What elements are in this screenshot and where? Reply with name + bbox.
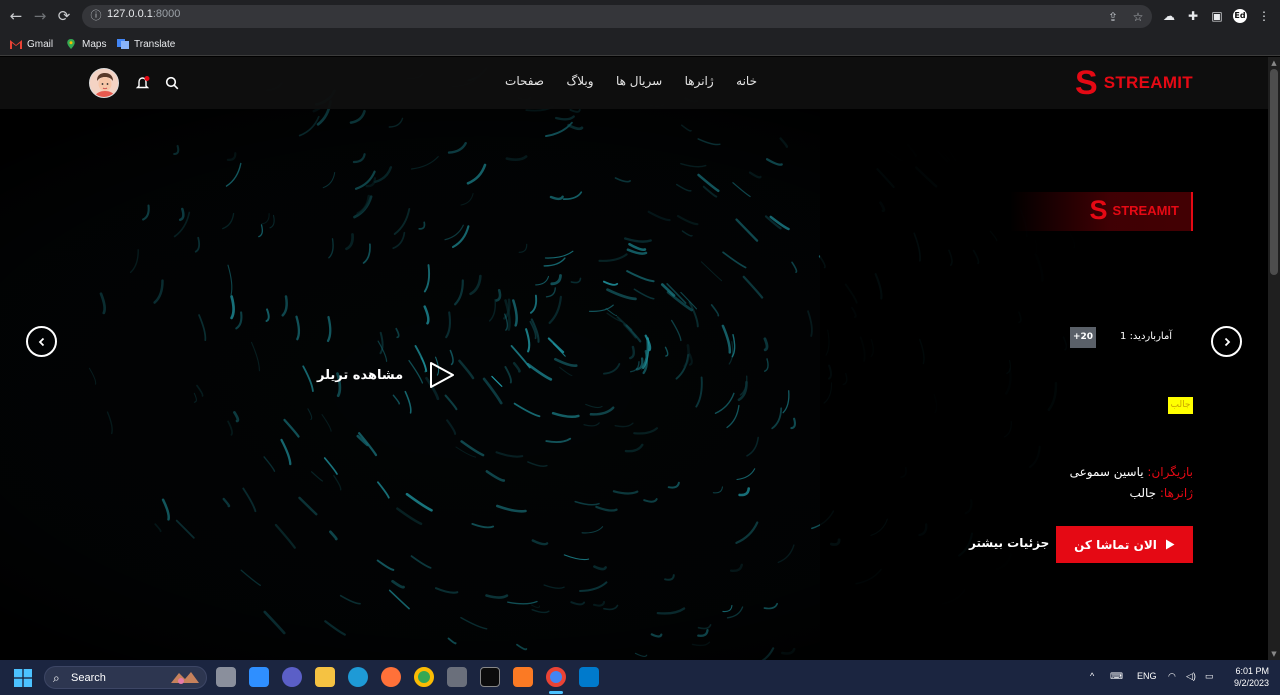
notification-bell-icon[interactable] (135, 75, 151, 91)
chrome-profile-icon[interactable] (546, 667, 566, 687)
main-menu: خانه ژانرها سریال ها وبلاگ صفحات (505, 74, 757, 88)
active-app-indicator (549, 691, 563, 694)
bookmark-label: Maps (82, 38, 107, 50)
wifi-icon[interactable]: ◠ (1168, 671, 1176, 682)
search-icon: ⌕ (53, 671, 60, 685)
slider-next-button[interactable] (1211, 326, 1242, 357)
profile-icon[interactable]: Ed (1233, 9, 1247, 23)
hero-background-image (0, 57, 1268, 660)
windows-start-icon[interactable] (14, 669, 32, 687)
edge-icon[interactable] (348, 667, 368, 687)
menu-kebab-icon[interactable]: ⋮ (1257, 9, 1271, 23)
task-view-icon[interactable] (216, 667, 236, 687)
maps-icon (67, 39, 75, 49)
genres-line: ژانرها: جالب (1130, 486, 1193, 500)
user-avatar[interactable] (89, 68, 119, 98)
clock-date: 9/2/2023 (1233, 678, 1269, 688)
clock-time: 6:01 PM (1235, 666, 1269, 676)
scrollbar-thumb[interactable] (1270, 69, 1278, 275)
bookmark-maps[interactable]: Maps (65, 36, 106, 52)
bookmarks-bar: Gmail Maps Translate (0, 32, 1280, 56)
bookmark-translate[interactable]: Translate (117, 36, 175, 52)
site-logo[interactable]: S STREAMIT (1075, 64, 1193, 102)
translate-icon (117, 39, 129, 49)
streamit-page: S STREAMIT خانه ژانرها سریال ها وبلاگ صف… (0, 57, 1268, 660)
keyboard-icon[interactable]: ⌨ (1110, 671, 1123, 682)
address-bar[interactable]: ⓘ 127.0.0.1:8000 ⇪ ☆ (82, 5, 1152, 28)
trailer-play-icon (430, 362, 455, 388)
menu-item-pages[interactable]: صفحات (505, 74, 544, 88)
view-count: آمارباردید: 1 (1120, 331, 1172, 342)
language-indicator[interactable]: ENG (1137, 671, 1157, 681)
play-icon (1165, 539, 1175, 550)
site-header: S STREAMIT خانه ژانرها سریال ها وبلاگ صف… (0, 57, 1268, 109)
badge-logo-text: STREAMIT (1112, 203, 1179, 218)
watch-now-label: الان تماشا کن (1074, 537, 1157, 552)
gmail-icon (10, 40, 22, 49)
bookmark-label: Gmail (27, 38, 54, 50)
system-clock[interactable]: 6:01 PM 9/2/2023 (1229, 665, 1269, 689)
search-highlight-icon (171, 672, 199, 684)
browser-toolbar: ← → ⟳ ⓘ 127.0.0.1:8000 ⇪ ☆ ☁ ✚ ▣ Ed ⋮ (0, 0, 1280, 32)
chevron-right-icon (1224, 337, 1230, 346)
vscode-icon[interactable] (579, 667, 599, 687)
menu-item-series[interactable]: سریال ها (616, 74, 662, 88)
watch-trailer-link[interactable]: مشاهده تریلر (317, 361, 455, 389)
windows-taskbar: ⌕ Search ^ ⌨ ENG ◠ ◁) ▭ 6:01 PM 9/2/2023 (0, 660, 1280, 695)
logo-text: STREAMIT (1103, 73, 1193, 92)
watch-now-button[interactable]: الان تماشا کن (1056, 526, 1193, 563)
extension-cloud-icon[interactable]: ☁ (1162, 9, 1176, 23)
share-icon[interactable]: ⇪ (1106, 10, 1120, 24)
badge-logo-mark: S (1089, 195, 1108, 225)
avatar-image (90, 69, 118, 97)
xampp-icon[interactable] (513, 667, 533, 687)
file-explorer-icon[interactable] (315, 667, 335, 687)
more-details-link[interactable]: جزئیات بیشتر (969, 536, 1049, 550)
logo-mark: S (1075, 64, 1098, 102)
reload-icon[interactable]: ⟳ (54, 6, 74, 26)
forward-icon[interactable]: → (30, 6, 50, 26)
taskbar-search-label: Search (71, 672, 106, 684)
slider-prev-button[interactable] (26, 326, 57, 357)
terminal-icon[interactable] (480, 667, 500, 687)
teams-chat-icon[interactable] (282, 667, 302, 687)
back-icon[interactable]: ← (6, 6, 26, 26)
menu-item-blog[interactable]: وبلاگ (566, 74, 593, 88)
screen: ← → ⟳ ⓘ 127.0.0.1:8000 ⇪ ☆ ☁ ✚ ▣ Ed ⋮ Gm… (0, 0, 1280, 695)
url-text: 127.0.0.1:8000 (107, 8, 181, 20)
cast-line: بازیگران: یاسین سموعی (1070, 465, 1193, 479)
firefox-icon[interactable] (381, 667, 401, 687)
extensions-puzzle-icon[interactable]: ✚ (1186, 9, 1200, 23)
chevron-left-icon (38, 337, 44, 346)
genres-value[interactable]: جالب (1130, 486, 1157, 500)
cast-value[interactable]: یاسین سموعی (1070, 465, 1144, 479)
scroll-down-icon[interactable]: ▼ (1270, 650, 1278, 658)
chrome-icon[interactable] (414, 667, 434, 687)
site-info-icon[interactable]: ⓘ (88, 8, 104, 24)
widgets-icon[interactable] (249, 667, 269, 687)
menu-item-home[interactable]: خانه (736, 74, 757, 88)
volume-icon[interactable]: ◁) (1186, 671, 1196, 682)
age-rating-badge: +20 (1070, 327, 1096, 348)
genres-label: ژانرها: (1159, 486, 1193, 500)
taskbar-search[interactable]: ⌕ Search (44, 666, 207, 689)
bookmark-label: Translate (134, 38, 176, 50)
view-count-value: 1 (1120, 331, 1127, 342)
bookmark-gmail[interactable]: Gmail (10, 36, 53, 52)
tray-overflow-icon[interactable]: ^ (1090, 671, 1094, 681)
view-count-label: آمارباردید: (1129, 331, 1173, 342)
cast-label: بازیگران: (1147, 465, 1193, 479)
genre-tag[interactable]: جالب (1168, 397, 1193, 414)
menu-item-genres[interactable]: ژانرها (685, 74, 714, 88)
battery-icon[interactable]: ▭ (1205, 671, 1214, 682)
trailer-label: مشاهده تریلر (317, 367, 404, 383)
page-scrollbar[interactable]: ▲ ▼ (1268, 57, 1280, 660)
search-icon[interactable] (165, 76, 179, 90)
side-panel-icon[interactable]: ▣ (1210, 9, 1224, 23)
calculator-icon[interactable] (447, 667, 467, 687)
star-icon[interactable]: ☆ (1131, 10, 1145, 24)
scroll-up-icon[interactable]: ▲ (1270, 59, 1278, 67)
movie-brand-badge: S STREAMIT (1010, 192, 1193, 231)
